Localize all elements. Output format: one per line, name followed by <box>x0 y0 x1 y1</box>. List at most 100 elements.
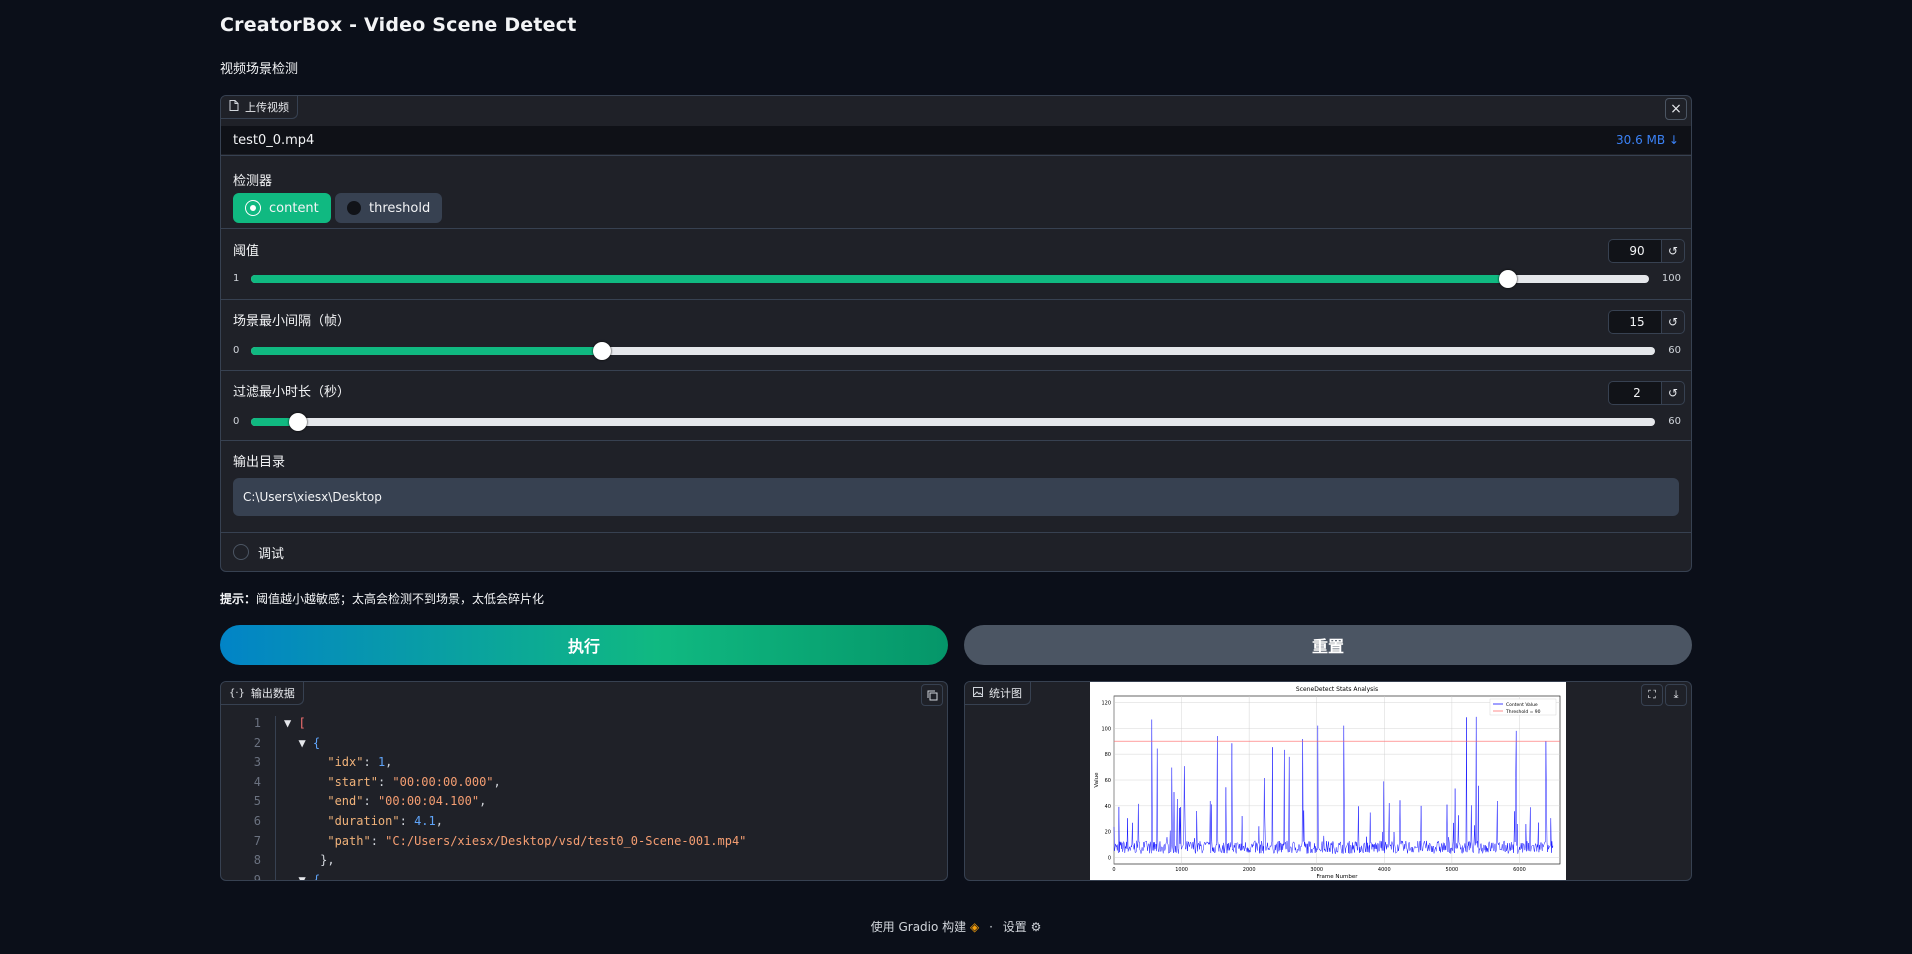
code-line: 4 "start": "00:00:00.000", <box>221 774 947 795</box>
copy-icon[interactable] <box>921 684 943 706</box>
json-viewer[interactable]: 1 ▼ [ 2 ▼ { 3 "idx": 1, 4 "start": "00:00:00… <box>221 716 947 880</box>
stats-plot-tag-label: 统计图 <box>989 687 1022 700</box>
settings-panel: 上传视频 × test0_0.mp4 30.6 MB ↓ 检测器 content… <box>220 95 1692 572</box>
reset-icon[interactable]: ↺ <box>1661 239 1685 263</box>
page-title: CreatorBox - Video Scene Detect <box>220 14 577 36</box>
output-data-tag-label: 输出数据 <box>250 687 295 700</box>
line-number: 2 <box>253 735 261 750</box>
x-tick-label: 2000 <box>1243 867 1256 873</box>
hint-text: 提示：阈值越小越敏感；太高会检测不到场景，太低会碎片化 <box>220 590 544 607</box>
threshold-slider-thumb[interactable] <box>1498 270 1517 288</box>
output-dir-section: 输出目录 C:\Users\xiesx\Desktop <box>221 440 1691 528</box>
threshold-max: 100 <box>1661 273 1681 284</box>
min-gap-max: 60 <box>1668 345 1681 356</box>
debug-section: 调试 <box>221 532 1691 571</box>
debug-label: 调试 <box>258 547 285 562</box>
code-line: 5 "end": "00:00:04.100", <box>221 794 947 814</box>
detector-label: 检测器 <box>233 174 273 189</box>
footer-separator: · <box>989 920 993 934</box>
file-icon <box>229 100 239 114</box>
x-tick-label: 4000 <box>1378 867 1391 873</box>
output-data-panel: {·} 输出数据 1 ▼ [ 2 ▼ { 3 "idx": 1, 4 "start": … <box>220 681 948 881</box>
code-line: 7 "path": "C:/Users/xiesx/Desktop/vsd/te… <box>221 833 947 854</box>
legend-label-threshold: Threshold = 90 <box>1505 709 1541 715</box>
collapse-toggle-icon[interactable]: ▼ <box>284 736 313 750</box>
reset-icon[interactable]: ↺ <box>1661 381 1685 405</box>
min-duration-max: 60 <box>1668 416 1681 427</box>
y-tick-label: 100 <box>1101 726 1111 732</box>
output-dir-input[interactable]: C:\Users\xiesx\Desktop <box>233 478 1679 516</box>
download-link[interactable]: 30.6 MB ↓ <box>1616 133 1679 147</box>
min-duration-label: 过滤最小时长（秒） <box>233 385 351 400</box>
min-gap-label: 场景最小间隔（帧） <box>233 314 351 329</box>
min-duration-min: 0 <box>233 416 240 427</box>
reset-icon[interactable]: ↺ <box>1661 310 1685 334</box>
line-number: 8 <box>253 853 261 868</box>
code-content: "idx": 1, <box>327 755 393 770</box>
min-duration-number-input[interactable]: 2 <box>1608 381 1665 405</box>
hint-prefix: 提示： <box>220 592 257 606</box>
threshold-number-input[interactable]: 90 <box>1608 239 1665 263</box>
stats-plot-panel: 统计图 ⛶ ⤓ 0 20 40 60 80 100 120 0 1000 2000 3000 4000… <box>964 681 1692 881</box>
file-name: test0_0.mp4 <box>233 132 315 148</box>
min-duration-slider-thumb[interactable] <box>288 413 307 431</box>
min-duration-section: 过滤最小时长（秒） 2 ↺ 0 60 <box>221 370 1691 441</box>
code-line: 6 "duration": 4.1, <box>221 813 947 834</box>
threshold-min: 1 <box>233 273 240 284</box>
min-gap-slider[interactable] <box>251 342 1655 360</box>
y-tick-label: 0 <box>1108 856 1111 862</box>
radio-unselected-icon <box>347 201 361 215</box>
line-number: 7 <box>253 833 261 848</box>
y-tick-label: 40 <box>1105 804 1111 810</box>
code-content: ▼ [ <box>284 716 306 730</box>
gear-icon: ⚙ <box>1030 920 1042 934</box>
stats-plot-tag: 统计图 <box>965 682 1031 705</box>
min-gap-slider-thumb[interactable] <box>593 342 611 360</box>
radio-threshold[interactable]: threshold <box>335 193 443 223</box>
collapse-toggle-icon[interactable]: ▼ <box>284 873 313 880</box>
close-icon[interactable]: × <box>1665 98 1687 120</box>
code-line: 3 "idx": 1, <box>221 755 947 775</box>
code-content: "end": "00:00:04.100", <box>327 794 487 809</box>
code-content: ▼ { <box>284 873 320 880</box>
line-number: 1 <box>253 716 261 730</box>
hint-body: 阈值越小越敏感；太高会检测不到场景，太低会碎片化 <box>256 592 545 606</box>
code-content: "start": "00:00:00.000", <box>327 774 501 789</box>
code-content: "path": "C:/Users/xiesx/Desktop/vsd/test… <box>327 833 747 848</box>
code-content: ▼ { <box>284 735 321 750</box>
y-tick-label: 60 <box>1105 778 1111 784</box>
code-line: 1 ▼ [ <box>221 716 947 736</box>
output-data-tag: {·} 输出数据 <box>221 682 304 705</box>
min-duration-slider[interactable] <box>251 413 1655 431</box>
gradio-logo-icon: ◈ <box>970 920 980 934</box>
threshold-slider[interactable] <box>251 270 1649 288</box>
radio-selected-icon <box>245 200 261 216</box>
collapse-toggle-icon[interactable]: ▼ <box>284 716 298 730</box>
y-axis-label: Value <box>1094 772 1100 788</box>
built-with-link[interactable]: 使用 Gradio 构建 <box>871 920 967 934</box>
min-gap-min: 0 <box>233 345 240 356</box>
min-gap-section: 场景最小间隔（帧） 15 ↺ 0 60 <box>221 299 1691 371</box>
run-button[interactable]: 执行 <box>220 625 948 665</box>
code-content: "duration": 4.1, <box>327 813 443 828</box>
code-line: 8 }, <box>221 853 947 873</box>
chart-title: SceneDetect Stats Analysis <box>1296 686 1378 693</box>
x-tick-label: 6000 <box>1513 867 1526 873</box>
x-tick-label: 3000 <box>1310 867 1323 873</box>
min-gap-number-input[interactable]: 15 <box>1608 310 1665 334</box>
y-tick-label: 80 <box>1105 752 1111 758</box>
reset-button[interactable]: 重置 <box>964 625 1692 665</box>
settings-link[interactable]: 设置 <box>1003 920 1027 934</box>
line-number: 9 <box>253 872 261 881</box>
line-number: 6 <box>253 813 261 828</box>
json-icon: {·} <box>229 687 245 699</box>
debug-checkbox[interactable] <box>233 544 249 560</box>
fullscreen-icon[interactable]: ⛶ <box>1641 684 1663 706</box>
x-tick-label: 0 <box>1112 867 1115 873</box>
upload-tag: 上传视频 <box>221 96 298 119</box>
min-gap-slider-fill <box>251 347 602 355</box>
radio-content[interactable]: content <box>233 193 331 223</box>
line-number: 4 <box>253 774 261 789</box>
legend-label-content: Content Value <box>1506 702 1538 708</box>
download-icon[interactable]: ⤓ <box>1665 684 1687 706</box>
